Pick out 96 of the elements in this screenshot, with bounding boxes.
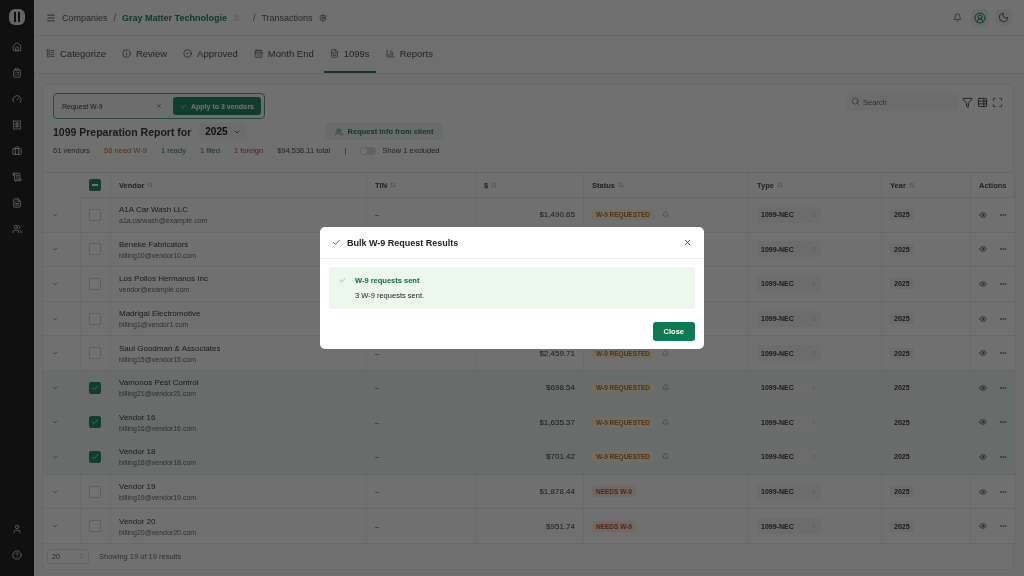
amount-cell: $701.42	[546, 452, 575, 462]
expand-icon[interactable]	[51, 280, 59, 288]
users-icon	[334, 127, 343, 136]
check-icon	[180, 102, 187, 110]
amount-cell: $951.74	[546, 521, 575, 531]
vendor-name: Saul Goodman & Associates	[119, 343, 221, 353]
search-icon	[851, 97, 860, 106]
view-icon[interactable]	[979, 522, 987, 531]
sort-icon[interactable]	[491, 182, 498, 188]
breadcrumb-separator: /	[113, 12, 117, 23]
user-icon	[12, 524, 22, 534]
filter-icon[interactable]	[962, 96, 973, 108]
columns-icon[interactable]	[977, 96, 988, 108]
document-icon	[329, 49, 339, 58]
moon-icon	[998, 12, 1009, 23]
vendor-name: Beneke Fabricators	[119, 239, 189, 249]
view-icon[interactable]	[979, 280, 987, 288]
amount-cell: $1,878.44	[539, 487, 575, 497]
company-selector[interactable]: Gray Matter Technologie	[122, 12, 227, 23]
view-icon[interactable]	[979, 487, 987, 496]
menu-icon[interactable]	[46, 12, 56, 23]
briefcase-icon	[12, 146, 22, 156]
list-icon	[46, 49, 55, 58]
tab[interactable]: Review	[115, 36, 174, 73]
breadcrumb-link[interactable]: Companies	[62, 12, 108, 23]
vendor-name: Vendor 20	[119, 516, 156, 526]
sort-icon[interactable]	[617, 182, 624, 188]
sort-icon[interactable]	[776, 182, 783, 188]
check-icon	[91, 418, 99, 427]
view-icon[interactable]	[979, 245, 987, 254]
close-icon[interactable]	[683, 238, 692, 247]
amount-cell: $698.54	[546, 383, 575, 393]
more-icon[interactable]	[999, 280, 1007, 288]
calendar-icon	[253, 49, 263, 58]
clipboard-icon	[12, 68, 22, 78]
amount-cell: $2,459.71	[539, 348, 575, 358]
fullscreen-icon[interactable]	[992, 96, 1003, 108]
tab[interactable]: Month End	[247, 36, 320, 73]
chevrons-icon[interactable]	[232, 13, 241, 22]
bar-chart-icon	[385, 49, 395, 58]
check-icon	[91, 452, 99, 461]
row-checkbox[interactable]	[89, 416, 101, 429]
bell-icon	[953, 13, 962, 22]
view-icon[interactable]	[979, 452, 987, 461]
vendor-name: Vendor 18	[119, 447, 156, 457]
check-icon	[91, 383, 99, 392]
check-icon	[332, 238, 341, 247]
row-checkbox[interactable]	[89, 381, 101, 394]
gauge-icon	[12, 94, 22, 104]
settings-icon[interactable]	[318, 13, 327, 22]
bell-icon[interactable]	[662, 384, 670, 392]
home-icon	[12, 42, 22, 52]
clear-icon[interactable]	[156, 103, 162, 109]
report-title: 1099 Preparation Report for	[53, 125, 192, 138]
document-icon	[12, 172, 22, 182]
vendor-name: Madrigal Electromotive	[119, 309, 201, 319]
bell-icon[interactable]	[662, 211, 670, 219]
check-circle-icon	[183, 49, 193, 58]
select-all-checkbox[interactable]	[89, 179, 101, 191]
view-icon[interactable]	[979, 210, 987, 219]
breadcrumb-separator: /	[252, 12, 256, 23]
amount-cell: $1,635.37	[539, 417, 575, 427]
sort-icon[interactable]	[908, 182, 915, 188]
bell-icon[interactable]	[662, 349, 670, 357]
view-icon[interactable]	[979, 418, 987, 427]
vendor-name: Los Pollos Hermanos Inc	[119, 274, 208, 284]
vendor-name: Vendor 19	[119, 482, 156, 492]
account-button[interactable]	[971, 8, 989, 27]
sort-icon[interactable]	[147, 182, 154, 188]
view-icon[interactable]	[979, 383, 987, 392]
tab[interactable]: Reports	[379, 36, 439, 73]
view-icon[interactable]	[979, 349, 987, 358]
vendor-name: Vendor 16	[119, 412, 156, 422]
help-icon	[12, 550, 22, 560]
view-icon[interactable]	[979, 314, 987, 323]
tab[interactable]: Categorize	[40, 36, 112, 73]
sort-icon[interactable]	[390, 182, 397, 188]
amount-cell: $1,490.65	[539, 210, 575, 220]
tab[interactable]: 1099s	[323, 36, 376, 73]
theme-toggle-button[interactable]	[995, 9, 1012, 26]
bell-icon[interactable]	[662, 418, 670, 426]
user-icon	[974, 11, 986, 24]
info-icon	[121, 49, 131, 58]
vendor-name: A1A Car Wash LLC	[119, 205, 189, 215]
row-checkbox[interactable]	[89, 450, 101, 463]
bell-icon[interactable]	[662, 453, 670, 461]
dialog-title: Bulk W-9 Request Results	[347, 237, 459, 248]
receipt-icon	[12, 120, 22, 130]
users-icon	[12, 224, 22, 234]
year-select[interactable]: 2025	[199, 123, 247, 140]
tab[interactable]: Approved	[177, 36, 244, 73]
file-icon	[12, 198, 22, 208]
breadcrumb-current: Transactions	[261, 12, 313, 23]
vendor-name: Vamonos Pest Control	[119, 378, 199, 388]
logo-icon	[8, 8, 26, 26]
check-icon	[339, 277, 346, 284]
